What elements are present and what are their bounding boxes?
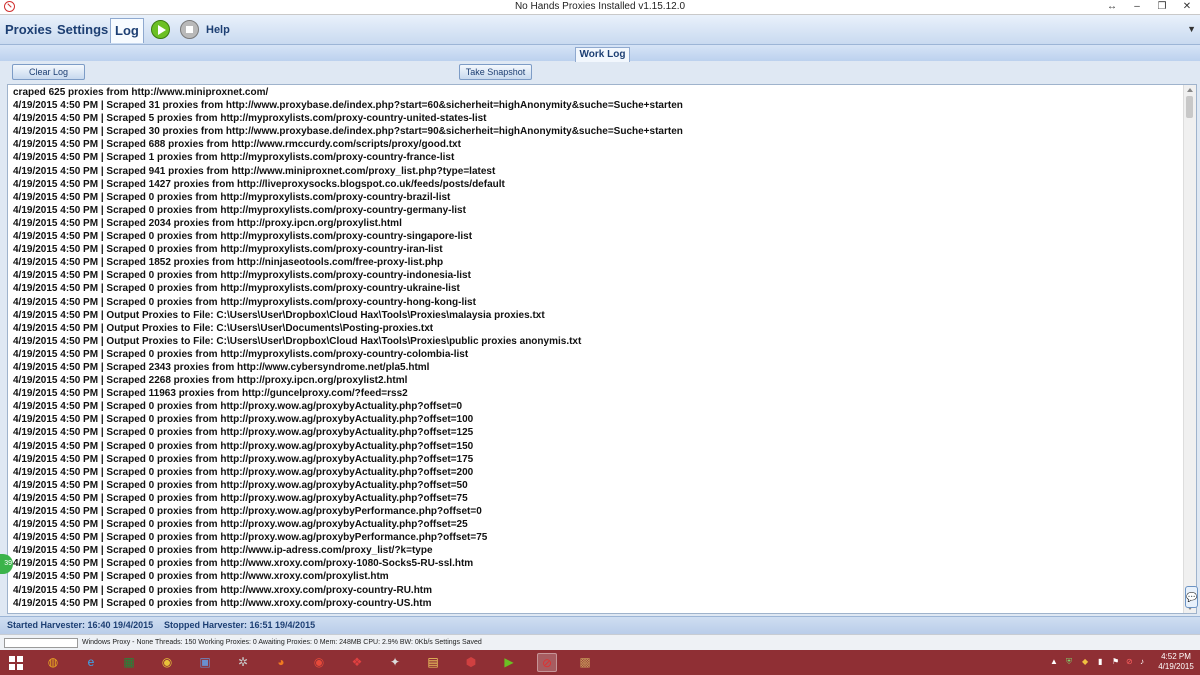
- media-play-icon[interactable]: ▶: [499, 653, 519, 672]
- log-line: 4/19/2015 4:50 PM | Scraped 0 proxies fr…: [13, 283, 460, 295]
- log-line: 4/19/2015 4:50 PM | Scraped 0 proxies fr…: [13, 348, 469, 360]
- log-toolbar: Clear Log Take Snapshot: [0, 62, 1200, 84]
- chrome-icon-2[interactable]: ◉: [309, 653, 329, 672]
- minimize-button[interactable]: –: [1125, 0, 1149, 14]
- log-lines: craped 625 proxies from http://www.minip…: [13, 86, 1173, 610]
- stop-icon[interactable]: [180, 20, 199, 39]
- log-line: 4/19/2015 4:50 PM | Scraped 2268 proxies…: [13, 375, 408, 387]
- tray-flag-icon[interactable]: ⚑: [1112, 657, 1119, 666]
- tray-alert-icon[interactable]: ⊘: [1126, 657, 1133, 666]
- chat-icon[interactable]: 💬: [1185, 586, 1198, 608]
- tray-network-icon[interactable]: ▮: [1098, 657, 1102, 666]
- log-line: 4/19/2015 4:50 PM | Output Proxies to Fi…: [13, 309, 545, 321]
- tray-overflow-icon[interactable]: ▲: [1050, 657, 1058, 666]
- chrome-canary-icon[interactable]: ◍: [43, 653, 63, 672]
- windows-start-icon[interactable]: [9, 656, 23, 670]
- taskbar-clock[interactable]: 4:52 PM 4/19/2015: [1156, 652, 1196, 672]
- log-line: 4/19/2015 4:50 PM | Scraped 0 proxies fr…: [13, 414, 474, 426]
- bird-app-icon[interactable]: ✦: [385, 653, 405, 672]
- status-progress-bar: [4, 638, 78, 648]
- log-line: 4/19/2015 4:50 PM | Scraped 0 proxies fr…: [13, 453, 474, 465]
- tray-volume-icon[interactable]: ♪: [1140, 657, 1144, 666]
- log-line: 4/19/2015 4:50 PM | Scraped 0 proxies fr…: [13, 270, 471, 282]
- log-line: 4/19/2015 4:50 PM | Scraped 11963 proxie…: [13, 388, 408, 400]
- pin-button[interactable]: ↔: [1100, 0, 1124, 14]
- clock-date: 4/19/2015: [1158, 662, 1194, 671]
- log-line: 4/19/2015 4:50 PM | Scraped 1 proxies fr…: [13, 152, 455, 164]
- log-line: 4/19/2015 4:50 PM | Scraped 0 proxies fr…: [13, 519, 468, 531]
- log-line: 4/19/2015 4:50 PM | Scraped 0 proxies fr…: [13, 492, 468, 504]
- log-line: 4/19/2015 4:50 PM | Output Proxies to Fi…: [13, 322, 434, 334]
- log-scrollbar[interactable]: [1183, 85, 1196, 613]
- log-line: 4/19/2015 4:50 PM | Scraped 0 proxies fr…: [13, 204, 466, 216]
- clear-log-button[interactable]: Clear Log: [12, 64, 85, 80]
- log-line: 4/19/2015 4:50 PM | Scraped 0 proxies fr…: [13, 506, 482, 517]
- take-snapshot-button[interactable]: Take Snapshot: [459, 64, 532, 80]
- status-text: Windows Proxy - None Threads: 150 Workin…: [82, 639, 482, 646]
- log-line: 4/19/2015 4:50 PM | Scraped 0 proxies fr…: [13, 479, 468, 491]
- firefox-icon[interactable]: ◕: [271, 653, 291, 672]
- harvester-status-bar: Started Harvester: 16:40 19/4/2015 Stopp…: [0, 616, 1200, 634]
- log-line: 4/19/2015 4:50 PM | Scraped 0 proxies fr…: [13, 532, 488, 544]
- log-line: 4/19/2015 4:50 PM | Scraped 0 proxies fr…: [13, 427, 474, 439]
- window-title: No Hands Proxies Installed v1.15.12.0: [514, 1, 686, 12]
- tray-app-icon[interactable]: ◆: [1082, 657, 1088, 666]
- log-line: 4/19/2015 4:50 PM | Scraped 0 proxies fr…: [13, 584, 433, 596]
- log-line: 4/19/2015 4:50 PM | Scraped 0 proxies fr…: [13, 597, 432, 609]
- log-line: 4/19/2015 4:50 PM | Scraped 0 proxies fr…: [13, 440, 474, 452]
- log-line: 4/19/2015 4:50 PM | Scraped 2343 proxies…: [13, 361, 430, 373]
- log-line: 4/19/2015 4:50 PM | Scraped 0 proxies fr…: [13, 466, 474, 478]
- package-icon[interactable]: ▩: [575, 653, 595, 672]
- tab-settings[interactable]: Settings: [57, 21, 108, 39]
- harvester-started: Started Harvester: 16:40 19/4/2015: [7, 620, 154, 630]
- tab-proxies[interactable]: Proxies: [5, 21, 52, 39]
- log-line: 4/19/2015 4:50 PM | Scraped 941 proxies …: [13, 165, 496, 177]
- log-line: 4/19/2015 4:50 PM | Scraped 30 proxies f…: [13, 126, 683, 138]
- log-line: 4/19/2015 4:50 PM | Scraped 688 proxies …: [13, 139, 461, 151]
- work-log-title: Work Log: [575, 47, 630, 63]
- log-line: 4/19/2015 4:50 PM | Scraped 0 proxies fr…: [13, 571, 389, 583]
- log-line: 4/19/2015 4:50 PM | Scraped 0 proxies fr…: [13, 296, 476, 308]
- start-icon[interactable]: [151, 20, 170, 39]
- status-bar: Windows Proxy - None Threads: 150 Workin…: [0, 634, 1200, 650]
- close-button[interactable]: ✕: [1175, 0, 1199, 14]
- menu-bar: Proxies Settings Log Help ▼: [0, 15, 1200, 45]
- file-explorer-icon[interactable]: ▤: [423, 653, 443, 672]
- log-line: 4/19/2015 4:50 PM | Scraped 0 proxies fr…: [13, 401, 463, 413]
- windows-taskbar: ◍ e ▦ ◉ ▣ ✲ ◕ ◉ ❖ ✦ ▤ ⬢ ▶ ⊘ ▩ ▲ ⛨ ◆ ▮ ⚑ ⊘ ♪ 4:52 PM 4/…: [0, 650, 1200, 675]
- log-line: 4/19/2015 4:50 PM | Scraped 0 proxies fr…: [13, 231, 473, 243]
- log-line: craped 625 proxies from http://www.minip…: [13, 87, 269, 98]
- excel-icon[interactable]: ▦: [119, 653, 139, 672]
- proxy-tool-icon[interactable]: ❖: [347, 653, 367, 672]
- work-log-textarea[interactable]: craped 625 proxies from http://www.minip…: [7, 84, 1197, 614]
- tray-shield-icon[interactable]: ⛨: [1066, 657, 1072, 667]
- log-line: 4/19/2015 4:50 PM | Scraped 31 proxies f…: [13, 100, 683, 112]
- log-line: 4/19/2015 4:50 PM | Scraped 0 proxies fr…: [13, 191, 451, 203]
- maximize-button[interactable]: ❐: [1150, 0, 1174, 14]
- scroll-up-icon[interactable]: [1187, 88, 1193, 92]
- settings-app-icon[interactable]: ✲: [233, 653, 253, 672]
- log-line: 4/19/2015 4:50 PM | Scraped 0 proxies fr…: [13, 545, 433, 557]
- filezilla-icon[interactable]: ⬢: [461, 653, 481, 672]
- harvester-stopped: Stopped Harvester: 16:51 19/4/2015: [164, 620, 316, 630]
- help-menu[interactable]: Help: [206, 21, 230, 39]
- log-line: 4/19/2015 4:50 PM | Scraped 2034 proxies…: [13, 217, 402, 229]
- log-line: 4/19/2015 4:50 PM | Output Proxies to Fi…: [13, 335, 582, 347]
- tab-log[interactable]: Log: [110, 18, 144, 43]
- scrollbar-thumb[interactable]: [1186, 96, 1193, 118]
- chevron-down-icon[interactable]: ▼: [1187, 24, 1196, 34]
- clock-time: 4:52 PM: [1161, 652, 1191, 661]
- internet-explorer-icon[interactable]: e: [81, 653, 101, 672]
- window-title-bar: No Hands Proxies Installed v1.15.12.0 ↔ …: [0, 0, 1200, 15]
- no-hands-proxies-icon[interactable]: ⊘: [537, 653, 557, 672]
- log-line: 4/19/2015 4:50 PM | Scraped 0 proxies fr…: [13, 244, 443, 256]
- log-line: 4/19/2015 4:50 PM | Scraped 5 proxies fr…: [13, 113, 487, 125]
- log-line: 4/19/2015 4:50 PM | Scraped 1427 proxies…: [13, 178, 505, 190]
- network-app-icon[interactable]: ▣: [195, 653, 215, 672]
- log-line: 4/19/2015 4:50 PM | Scraped 0 proxies fr…: [13, 558, 474, 570]
- chrome-icon-1[interactable]: ◉: [157, 653, 177, 672]
- log-line: 4/19/2015 4:50 PM | Scraped 1852 proxies…: [13, 257, 444, 269]
